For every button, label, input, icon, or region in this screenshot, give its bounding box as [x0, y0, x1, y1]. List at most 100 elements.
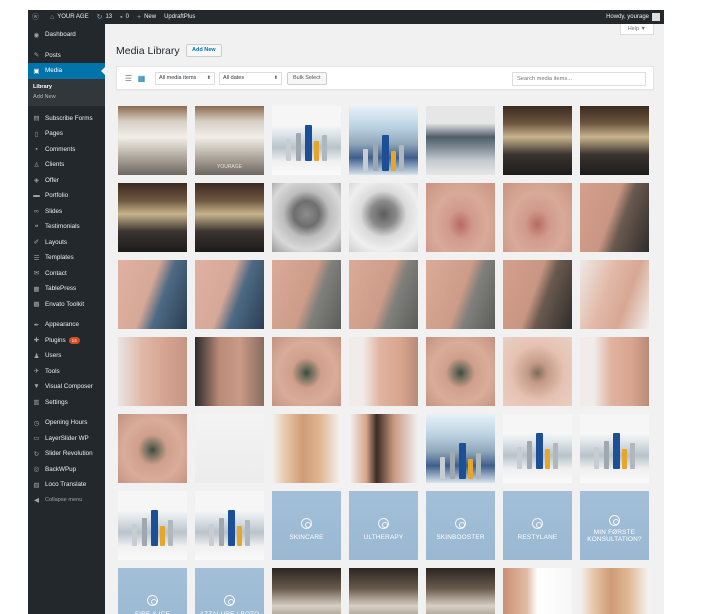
- new-content-link[interactable]: + New: [133, 10, 160, 24]
- sidebar-item-visual-composer[interactable]: ▼ Visual Composer: [28, 379, 105, 395]
- submenu-item-library[interactable]: Library: [28, 82, 105, 92]
- media-item[interactable]: [272, 260, 341, 329]
- sidebar-item-posts[interactable]: ✎ Posts: [28, 48, 105, 64]
- media-item[interactable]: [272, 183, 341, 252]
- media-item[interactable]: [503, 414, 572, 483]
- media-item[interactable]: [118, 337, 187, 406]
- sidebar-item-portfolio[interactable]: ▬ Portfolio: [28, 188, 105, 204]
- media-item[interactable]: [118, 491, 187, 560]
- list-view-icon[interactable]: ☰: [124, 74, 133, 83]
- media-item[interactable]: [503, 337, 572, 406]
- media-item[interactable]: [118, 414, 187, 483]
- updates-link[interactable]: ↻ 13: [93, 10, 117, 24]
- media-item[interactable]: [349, 568, 418, 614]
- media-item[interactable]: [503, 183, 572, 252]
- media-item[interactable]: [426, 568, 495, 614]
- media-item[interactable]: [426, 337, 495, 406]
- media-item[interactable]: RESTYLANE: [503, 491, 572, 560]
- add-new-button[interactable]: Add New: [186, 44, 222, 57]
- sidebar-item-tools[interactable]: ✈ Tools: [28, 364, 105, 380]
- sidebar-item-plugins[interactable]: ✚ Plugins 13: [28, 333, 105, 349]
- posts-icon: ✎: [33, 52, 40, 60]
- media-item[interactable]: [118, 106, 187, 175]
- media-item[interactable]: [580, 414, 649, 483]
- media-item[interactable]: [426, 183, 495, 252]
- sidebar-item-offer[interactable]: ◈ Offer: [28, 173, 105, 189]
- search-input[interactable]: [512, 72, 646, 86]
- media-item[interactable]: [118, 183, 187, 252]
- help-tab-button[interactable]: Help ▼: [619, 24, 654, 35]
- grid-view-icon[interactable]: ▦: [137, 74, 146, 83]
- bulk-select-button[interactable]: Bulk Select: [287, 72, 327, 85]
- media-item[interactable]: ULTHERAPY: [349, 491, 418, 560]
- media-item[interactable]: [580, 183, 649, 252]
- updraftplus-link[interactable]: UpdraftPlus: [160, 10, 199, 24]
- media-item[interactable]: [580, 260, 649, 329]
- sidebar-item-slider-revolution[interactable]: ↻ Slider Revolution: [28, 446, 105, 462]
- media-item[interactable]: [195, 183, 264, 252]
- media-item[interactable]: [349, 106, 418, 175]
- media-item[interactable]: [426, 414, 495, 483]
- sidebar-item-appearance[interactable]: ✒ Appearance: [28, 317, 105, 333]
- media-item[interactable]: [349, 337, 418, 406]
- media-item[interactable]: [349, 414, 418, 483]
- media-type-filter[interactable]: All media items ⬍: [155, 72, 215, 85]
- media-item[interactable]: AZZALURE / BOTO: [195, 568, 264, 614]
- media-item[interactable]: [195, 337, 264, 406]
- media-item[interactable]: [503, 106, 572, 175]
- media-thumbnail: [195, 414, 264, 483]
- sidebar-item-templates[interactable]: ☰ Templates: [28, 250, 105, 266]
- sidebar-item-slides[interactable]: ∞ Slides: [28, 204, 105, 220]
- wordpress-logo-icon[interactable]: ⓦ: [28, 10, 46, 24]
- sidebar-item-media[interactable]: ▣ Media: [28, 63, 105, 79]
- sidebar-item-layouts[interactable]: ✐ Layouts: [28, 235, 105, 251]
- media-item[interactable]: [503, 260, 572, 329]
- media-item[interactable]: [503, 568, 572, 614]
- media-item[interactable]: [580, 568, 649, 614]
- media-item[interactable]: [580, 106, 649, 175]
- media-item[interactable]: [580, 337, 649, 406]
- sidebar-item-tablepress[interactable]: ▦ TablePress: [28, 281, 105, 297]
- sidebar-item-pages[interactable]: ▯ Pages: [28, 126, 105, 142]
- media-item[interactable]: [349, 260, 418, 329]
- media-item[interactable]: [195, 414, 264, 483]
- sidebar-item-dashboard[interactable]: ◉ Dashboard: [28, 27, 105, 43]
- sidebar-item-comments[interactable]: ▪ Comments: [28, 142, 105, 158]
- media-item[interactable]: FIRE & ICE: [118, 568, 187, 614]
- sidebar-item-settings[interactable]: ▥ Settings: [28, 395, 105, 411]
- media-thumbnail: [349, 337, 418, 406]
- sidebar-item-layerslider-wp[interactable]: ▭ LayerSlider WP: [28, 431, 105, 447]
- media-item[interactable]: YOURAGE: [195, 106, 264, 175]
- media-item[interactable]: [272, 337, 341, 406]
- media-item[interactable]: SKINBOOSTER: [426, 491, 495, 560]
- media-item[interactable]: SKINCARE: [272, 491, 341, 560]
- sidebar-item-loco-translate[interactable]: ▧ Loco Translate: [28, 477, 105, 493]
- media-item[interactable]: [195, 260, 264, 329]
- date-filter[interactable]: All dates ⬍: [219, 72, 282, 85]
- sidebar-item-users[interactable]: ♟ Users: [28, 348, 105, 364]
- sidebar-item-collapse-menu[interactable]: ◀ Collapse menu: [28, 493, 105, 509]
- media-item[interactable]: [272, 106, 341, 175]
- sidebar-item-opening-hours[interactable]: ◷ Opening Hours: [28, 415, 105, 431]
- account-menu[interactable]: Howdy, yourage: [606, 10, 660, 24]
- sidebar-item-subscribe-forms[interactable]: ▤ Subscribe Forms: [28, 111, 105, 127]
- appearance-icon: ✒: [33, 321, 40, 329]
- sidebar-item-contact[interactable]: ✉ Contact: [28, 266, 105, 282]
- media-item[interactable]: [272, 414, 341, 483]
- sidebar-item-testimonials[interactable]: ❝ Testimonials: [28, 219, 105, 235]
- site-name-link[interactable]: ⌂ YOUR AGE: [46, 10, 93, 24]
- sidebar-item-clients[interactable]: ♙ Clients: [28, 157, 105, 173]
- sidebar-item-backwpup[interactable]: ◎ BackWPup: [28, 462, 105, 478]
- media-item[interactable]: [118, 260, 187, 329]
- media-item[interactable]: [195, 491, 264, 560]
- media-thumbnail: [503, 183, 572, 252]
- media-item[interactable]: [349, 183, 418, 252]
- media-item[interactable]: [426, 106, 495, 175]
- media-item[interactable]: [272, 568, 341, 614]
- media-item[interactable]: [426, 260, 495, 329]
- logo-mark-icon: [147, 595, 158, 606]
- comments-link[interactable]: ▪ 0: [116, 10, 133, 24]
- sidebar-item-envato-toolkit[interactable]: ▩ Envato Toolkit: [28, 297, 105, 313]
- media-item[interactable]: MIN FØRSTE KONSULTATION?: [580, 491, 649, 560]
- submenu-item-add-new[interactable]: Add New: [28, 92, 105, 102]
